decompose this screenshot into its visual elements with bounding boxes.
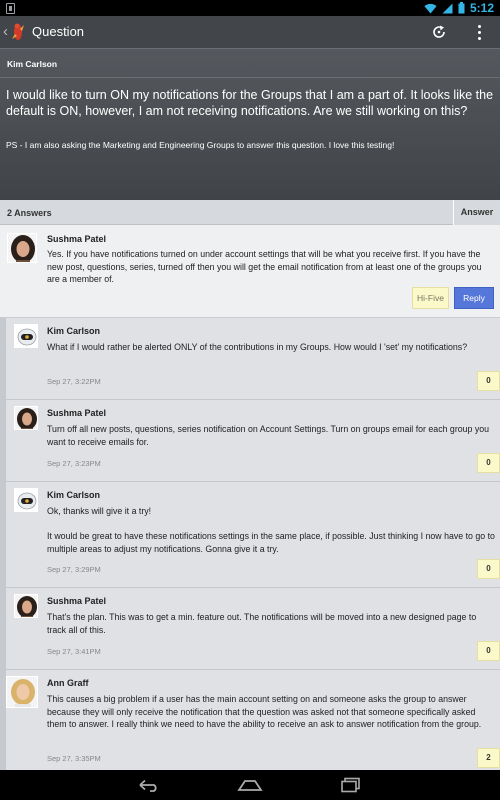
status-bar: 5:12: [0, 0, 500, 16]
answer-text: Yes. If you have notifications turned on…: [47, 249, 482, 284]
question-text: I would like to turn ON my notifications…: [6, 88, 494, 118]
comment: Kim Carlson Ok, thanks will give it a tr…: [6, 482, 500, 588]
avatar[interactable]: [7, 233, 37, 263]
answer-card: Sushma Patel Yes. If you have notificati…: [0, 225, 500, 318]
avatar[interactable]: [6, 676, 38, 708]
back-chevron-icon[interactable]: ‹: [3, 23, 8, 40]
refresh-icon[interactable]: [430, 23, 448, 41]
comment-author[interactable]: Sushma Patel: [47, 596, 106, 606]
comment-text: That's the plan. This was to get a min. …: [47, 612, 477, 635]
comment: Sushma Patel That's the plan. This was t…: [6, 588, 500, 670]
comment-author[interactable]: Kim Carlson: [47, 326, 100, 336]
comment-text: This causes a big problem if a user has …: [47, 694, 482, 729]
woman-dark-hair-avatar-icon: [15, 595, 37, 617]
comment-timestamp: Sep 27, 3:35PM: [47, 754, 101, 763]
screen-title: Question: [32, 24, 85, 39]
comment-timestamp: Sep 27, 3:22PM: [47, 377, 101, 386]
robot-avatar-icon: [15, 489, 37, 511]
comment-text: Ok, thanks will give it a try! It would …: [47, 506, 495, 554]
recent-apps-icon[interactable]: [340, 777, 362, 793]
question-postscript: PS - I am also asking the Marketing and …: [6, 140, 395, 150]
avatar[interactable]: [14, 594, 38, 618]
comment-timestamp: Sep 27, 3:23PM: [47, 459, 101, 468]
comment: Kim Carlson What if I would rather be al…: [6, 318, 500, 400]
robot-avatar-icon: [15, 325, 37, 347]
wifi-icon: [424, 3, 437, 14]
answer-button[interactable]: Answer: [453, 200, 500, 225]
reply-button[interactable]: Reply: [454, 287, 494, 309]
woman-dark-hair-avatar-icon: [15, 407, 37, 429]
woman-blonde-avatar-icon: [7, 677, 37, 707]
battery-icon: [458, 2, 465, 14]
comment-timestamp: Sep 27, 3:41PM: [47, 647, 101, 656]
answers-header: 2 Answers Answer: [0, 200, 500, 225]
hi-five-count-badge[interactable]: 0: [477, 559, 500, 579]
hi-five-count-badge[interactable]: 0: [477, 371, 500, 391]
avatar[interactable]: [14, 324, 38, 348]
hi-five-button[interactable]: Hi-Five: [412, 287, 449, 309]
comment: Sushma Patel Turn off all new posts, que…: [6, 400, 500, 482]
home-icon[interactable]: [236, 777, 264, 793]
hi-five-count-badge[interactable]: 0: [477, 453, 500, 473]
navigation-bar: [0, 770, 500, 800]
clock: 5:12: [469, 1, 494, 15]
back-icon[interactable]: [136, 777, 162, 793]
question-panel: Kim Carlson I would like to turn ON my n…: [0, 48, 500, 200]
status-icons: 5:12: [424, 0, 494, 16]
signal-icon: [442, 3, 453, 13]
avatar[interactable]: [14, 488, 38, 512]
comment-author[interactable]: Sushma Patel: [47, 408, 106, 418]
answers-count: 2 Answers: [7, 208, 52, 218]
comments-list: Kim Carlson What if I would rather be al…: [0, 318, 500, 770]
notification-icon: [6, 3, 15, 14]
comment-timestamp: Sep 27, 3:29PM: [47, 565, 101, 574]
action-bar: ‹ Question: [0, 16, 500, 48]
comment: Ann Graff This causes a big problem if a…: [6, 670, 500, 770]
comment-author[interactable]: Ann Graff: [47, 678, 89, 688]
answer-author[interactable]: Sushma Patel: [47, 234, 106, 244]
app-logo-icon[interactable]: [11, 21, 25, 43]
comment-text: Turn off all new posts, questions, serie…: [47, 424, 490, 447]
hi-five-count-badge[interactable]: 2: [477, 748, 500, 768]
comment-author[interactable]: Kim Carlson: [47, 490, 100, 500]
question-author[interactable]: Kim Carlson: [7, 59, 57, 69]
comment-text: What if I would rather be alerted ONLY o…: [47, 342, 468, 352]
overflow-menu-icon[interactable]: [476, 23, 482, 41]
avatar[interactable]: [14, 406, 38, 430]
divider: [0, 77, 500, 78]
hi-five-count-badge[interactable]: 0: [477, 641, 500, 661]
woman-dark-hair-avatar-icon: [8, 234, 36, 262]
